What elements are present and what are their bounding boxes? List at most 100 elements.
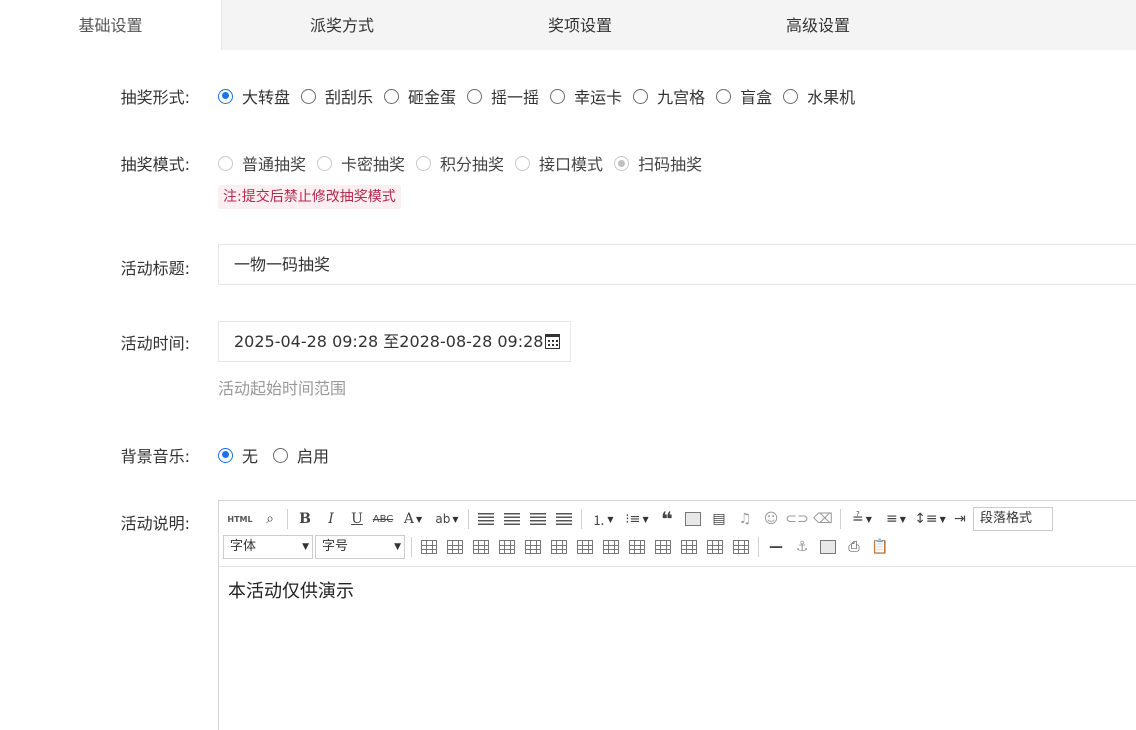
preview-icon[interactable]: ⌕	[257, 507, 283, 531]
radio-option[interactable]: 幸运卡	[550, 84, 622, 108]
image-icon[interactable]	[680, 507, 706, 531]
radio-option[interactable]: 无	[218, 443, 258, 467]
html-source-button[interactable]: HTML	[223, 507, 257, 531]
ordered-list-icon[interactable]: ⒈ ▼	[586, 507, 620, 531]
toolbar-divider	[468, 509, 469, 529]
background-music-radio-group: 无 启用	[218, 443, 340, 467]
font-size-select[interactable]: 字号 ▼	[315, 535, 405, 559]
delete-column-icon[interactable]	[572, 535, 598, 559]
align-center-icon[interactable]	[499, 507, 525, 531]
tab-prize-distribution[interactable]: 派奖方式	[232, 0, 452, 50]
radio-circle[interactable]	[467, 88, 483, 104]
italic-icon[interactable]: I	[318, 507, 344, 531]
radio-circle[interactable]	[716, 88, 732, 104]
radio-label: 九宫格	[657, 88, 706, 107]
split-cells-icon[interactable]	[676, 535, 702, 559]
activity-title-input[interactable]: 一物一码抽奖	[218, 244, 1136, 285]
tab-basic-settings[interactable]: 基础设置	[0, 0, 222, 50]
delete-row-icon[interactable]	[520, 535, 546, 559]
tab-advanced-settings[interactable]: 高级设置	[708, 0, 928, 50]
paste-icon[interactable]: 📋	[867, 535, 893, 559]
radio-option[interactable]: 砸金蛋	[384, 84, 456, 108]
row-spacing-bottom-icon[interactable]: ≡ ▼	[879, 507, 913, 531]
highlight-color-icon[interactable]: ab ▼	[430, 507, 464, 531]
split-rows-icon[interactable]	[702, 535, 728, 559]
video-icon[interactable]: ▤	[706, 507, 732, 531]
font-color-icon[interactable]: A ▼	[396, 507, 430, 531]
split-columns-icon[interactable]	[728, 535, 754, 559]
eraser-icon[interactable]: ⌫	[810, 507, 836, 531]
print-icon[interactable]: ⎙	[841, 535, 867, 559]
delete-table-icon[interactable]	[442, 535, 468, 559]
merge-right-icon[interactable]	[624, 535, 650, 559]
radio-circle[interactable]	[273, 447, 289, 463]
radio-label: 水果机	[807, 88, 856, 107]
radio-label: 盲盒	[740, 88, 773, 107]
lottery-mode-label: 抽奖模式:	[120, 155, 190, 174]
radio-circle[interactable]	[384, 88, 400, 104]
radio-circle	[614, 155, 630, 171]
activity-time-value: 2025-04-28 09:28 至2028-08-28 09:28	[234, 332, 544, 351]
bold-icon[interactable]: B	[292, 507, 318, 531]
radio-option-disabled: 接口模式	[515, 151, 603, 175]
radio-option[interactable]: 启用	[273, 443, 329, 467]
link-icon[interactable]: ⊂⊃	[784, 507, 810, 531]
activity-time-input[interactable]: 2025-04-28 09:28 至2028-08-28 09:28	[218, 321, 571, 362]
tab-bar: 基础设置 派奖方式 奖项设置 高级设置	[0, 0, 1136, 50]
merge-cells-icon[interactable]	[598, 535, 624, 559]
calendar-icon[interactable]	[545, 334, 561, 349]
radio-option[interactable]: 盲盒	[716, 84, 772, 108]
blockquote-icon[interactable]: ❝	[654, 507, 680, 531]
align-left-icon[interactable]	[473, 507, 499, 531]
indent-icon[interactable]: ⇥	[947, 507, 973, 531]
html-label: HTML	[227, 514, 253, 524]
radio-circle[interactable]	[301, 88, 317, 104]
tab-prize-settings[interactable]: 奖项设置	[470, 0, 690, 50]
lottery-mode-note: 注:提交后禁止修改抽奖模式	[218, 185, 401, 209]
insert-row-icon[interactable]	[494, 535, 520, 559]
insert-image-icon[interactable]	[815, 535, 841, 559]
insert-column-icon[interactable]	[546, 535, 572, 559]
line-height-icon[interactable]: ↕≡ ▼	[913, 507, 947, 531]
radio-label: 积分抽奖	[440, 155, 505, 174]
radio-circle	[416, 155, 432, 171]
strikethrough-icon[interactable]: ABC	[370, 507, 396, 531]
editor-content[interactable]: 本活动仅供演示	[219, 567, 1136, 613]
radio-circle[interactable]	[633, 88, 649, 104]
radio-option-disabled: 普通抽奖	[218, 151, 306, 175]
paragraph-format-select[interactable]: 段落格式	[973, 507, 1053, 531]
lottery-form-label: 抽奖形式:	[120, 88, 190, 107]
insert-paragraph-before-table-icon[interactable]	[468, 535, 494, 559]
radio-circle	[218, 155, 233, 171]
unordered-list-icon[interactable]: ⁝≡ ▼	[620, 507, 654, 531]
music-icon[interactable]: ♫	[732, 507, 758, 531]
background-music-label: 背景音乐:	[120, 447, 190, 466]
radio-label: 摇一摇	[491, 88, 540, 107]
radio-option-disabled: 扫码抽奖	[614, 151, 702, 175]
radio-circle[interactable]	[218, 447, 233, 463]
radio-label: 启用	[297, 447, 330, 466]
radio-option[interactable]: 水果机	[783, 84, 855, 108]
underline-icon[interactable]: U	[344, 507, 370, 531]
lottery-mode-radio-group: 普通抽奖 卡密抽奖 积分抽奖 接口模式 扫码抽奖	[218, 151, 713, 175]
align-justify-icon[interactable]	[551, 507, 577, 531]
row-spacing-top-icon[interactable]: ≟ ▼	[845, 507, 879, 531]
radio-option[interactable]: 大转盘	[218, 84, 290, 108]
radio-label: 扫码抽奖	[638, 155, 703, 174]
merge-down-icon[interactable]	[650, 535, 676, 559]
horizontal-rule-icon[interactable]: —	[763, 535, 789, 559]
radio-option[interactable]: 九宫格	[633, 84, 705, 108]
insert-table-icon[interactable]	[416, 535, 442, 559]
radio-label: 刮刮乐	[325, 88, 374, 107]
radio-option[interactable]: 刮刮乐	[301, 84, 373, 108]
radio-circle[interactable]	[218, 88, 233, 104]
radio-label: 卡密抽奖	[341, 155, 406, 174]
radio-circle[interactable]	[550, 88, 566, 104]
radio-option[interactable]: 摇一摇	[467, 84, 539, 108]
rich-text-editor: HTML ⌕ B I U ABC A ▼ ab ▼ ⒈ ▼ ⁝≡ ▼ ❝ ▤ ♫ ☺ ⊂…	[218, 500, 1136, 730]
emoji-icon[interactable]: ☺	[758, 507, 784, 531]
align-right-icon[interactable]	[525, 507, 551, 531]
font-family-select[interactable]: 字体 ▼	[223, 535, 313, 559]
anchor-icon[interactable]: ⚓	[789, 535, 815, 559]
radio-circle[interactable]	[783, 88, 799, 104]
